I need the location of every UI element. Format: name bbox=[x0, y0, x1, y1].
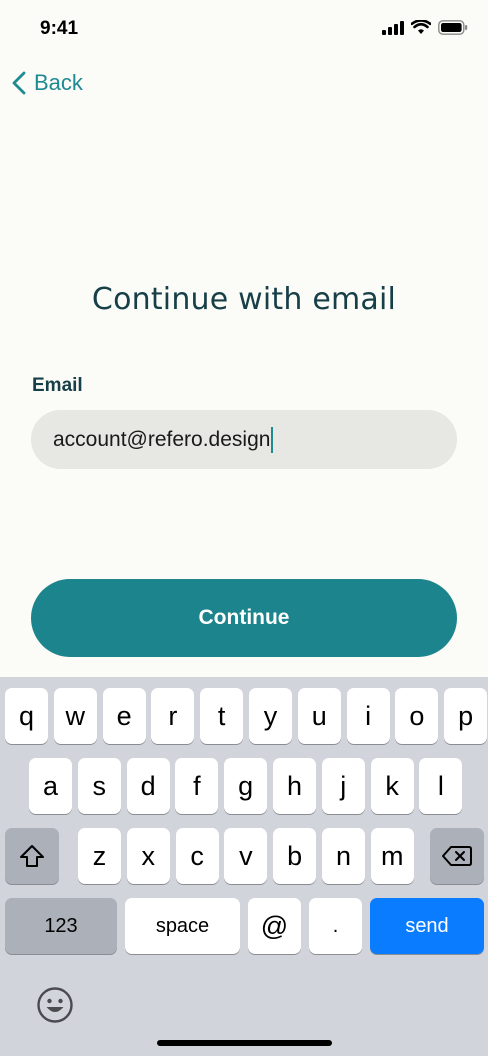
numbers-key[interactable]: 123 bbox=[5, 898, 117, 954]
key-label: m bbox=[381, 840, 404, 871]
key-z[interactable]: z bbox=[78, 828, 121, 884]
status-icons bbox=[382, 20, 468, 35]
key-u[interactable]: u bbox=[297, 688, 341, 744]
space-key[interactable]: space bbox=[125, 898, 240, 954]
key-n[interactable]: n bbox=[322, 828, 365, 884]
email-value: account@refero.design bbox=[53, 427, 271, 451]
chevron-left-icon bbox=[12, 71, 26, 95]
key-k[interactable]: k bbox=[370, 758, 414, 814]
key-a[interactable]: a bbox=[29, 758, 72, 814]
key-label: x bbox=[141, 840, 156, 871]
key-label: s bbox=[92, 770, 107, 801]
back-button[interactable]: Back bbox=[12, 70, 83, 96]
email-field[interactable]: account@refero.design bbox=[31, 410, 457, 469]
battery-icon bbox=[438, 20, 468, 35]
shift-icon bbox=[20, 845, 44, 867]
text-caret bbox=[271, 426, 274, 453]
key-t[interactable]: t bbox=[200, 688, 244, 744]
key-i[interactable]: i bbox=[346, 688, 390, 744]
key-e[interactable]: e bbox=[102, 688, 146, 744]
key-label: w bbox=[65, 700, 86, 731]
key-label: v bbox=[239, 840, 253, 871]
at-key[interactable]: @ bbox=[248, 898, 301, 954]
key-label: r bbox=[168, 700, 178, 731]
status-time: 9:41 bbox=[40, 18, 79, 39]
key-label: t bbox=[217, 700, 226, 731]
backspace-icon bbox=[442, 846, 472, 866]
key-label: d bbox=[140, 770, 156, 801]
continue-button[interactable]: Continue bbox=[31, 579, 457, 657]
key-label: i bbox=[365, 700, 372, 731]
key-label: u bbox=[311, 700, 327, 731]
shift-key[interactable] bbox=[5, 828, 59, 884]
key-x[interactable]: x bbox=[126, 828, 170, 884]
key-c[interactable]: c bbox=[175, 828, 219, 884]
key-label: o bbox=[409, 700, 425, 731]
emoji-icon[interactable] bbox=[36, 986, 74, 1024]
key-label: send bbox=[405, 914, 449, 937]
key-r[interactable]: r bbox=[151, 688, 195, 744]
cellular-signal-icon bbox=[382, 20, 404, 35]
email-label: Email bbox=[32, 375, 83, 396]
home-indicator bbox=[157, 1040, 332, 1046]
wifi-icon bbox=[411, 20, 431, 34]
key-label: z bbox=[92, 840, 107, 871]
key-l[interactable]: l bbox=[419, 758, 463, 814]
key-label: space bbox=[155, 914, 210, 937]
back-label: Back bbox=[34, 70, 83, 95]
key-label: a bbox=[42, 770, 59, 801]
key-label: c bbox=[190, 840, 204, 871]
key-label: p bbox=[458, 700, 474, 731]
key-label: j bbox=[340, 770, 347, 801]
key-label: f bbox=[193, 770, 201, 801]
key-d[interactable]: d bbox=[126, 758, 170, 814]
key-y[interactable]: y bbox=[249, 688, 292, 744]
key-s[interactable]: s bbox=[77, 758, 121, 814]
key-m[interactable]: m bbox=[370, 828, 414, 884]
page-title: Continue with email bbox=[91, 282, 397, 317]
key-label: b bbox=[287, 840, 303, 871]
send-key[interactable]: send bbox=[370, 898, 484, 954]
key-q[interactable]: q bbox=[5, 688, 48, 744]
key-p[interactable]: p bbox=[444, 688, 488, 744]
key-j[interactable]: j bbox=[321, 758, 365, 814]
key-label: . bbox=[332, 914, 339, 937]
key-label: k bbox=[385, 770, 399, 801]
key-g[interactable]: g bbox=[224, 758, 268, 814]
key-label: n bbox=[335, 840, 352, 871]
key-o[interactable]: o bbox=[395, 688, 439, 744]
key-label: e bbox=[116, 700, 132, 731]
delete-key[interactable] bbox=[430, 828, 484, 884]
key-f[interactable]: f bbox=[175, 758, 219, 814]
key-label: h bbox=[286, 770, 303, 801]
key-v[interactable]: v bbox=[224, 828, 268, 884]
key-w[interactable]: w bbox=[53, 688, 97, 744]
key-label: y bbox=[263, 700, 278, 731]
key-label: l bbox=[437, 770, 444, 801]
key-h[interactable]: h bbox=[273, 758, 316, 814]
key-label: @ bbox=[260, 910, 289, 941]
key-label: q bbox=[18, 700, 35, 731]
status-bar: 9:41 bbox=[0, 0, 488, 60]
key-b[interactable]: b bbox=[273, 828, 317, 884]
key-label: 123 bbox=[44, 914, 78, 937]
key-label: g bbox=[238, 770, 254, 801]
dot-key[interactable]: . bbox=[309, 898, 362, 954]
